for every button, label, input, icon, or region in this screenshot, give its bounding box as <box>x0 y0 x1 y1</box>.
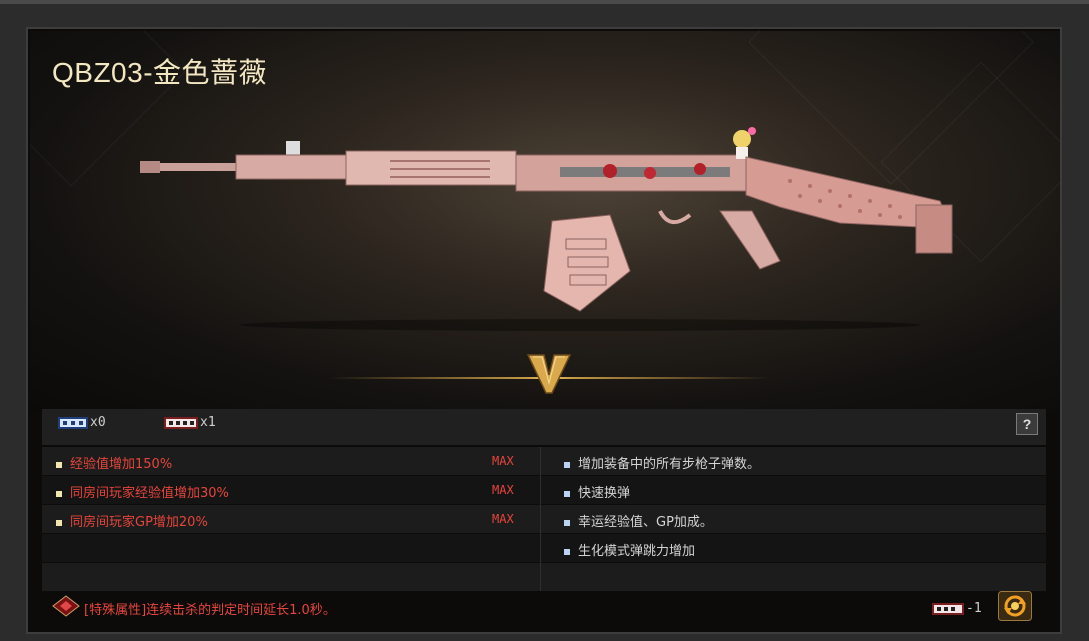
attribute-left: 同房间玩家GP增加20% <box>56 511 208 530</box>
coupon-count: x0 <box>58 415 106 430</box>
weapon-title: QBZ03-金色蔷薇 <box>52 57 268 88</box>
attribute-row: 同房间玩家GP增加20% MAX 幸运经验值、GP加成。 <box>42 505 1046 533</box>
weapon-image <box>140 127 953 331</box>
max-label: MAX <box>492 454 514 468</box>
attribute-text: 同房间玩家经验值增加30% <box>70 486 229 501</box>
coupon-count-text: x0 <box>90 415 106 430</box>
coupon-count-text: x1 <box>200 415 216 430</box>
cost-text: -1 <box>966 601 982 616</box>
rank-v-icon <box>526 354 572 394</box>
top-bar <box>0 0 1089 4</box>
attribute-text: 同房间玩家GP增加20% <box>70 515 208 530</box>
red-coupon-icon <box>164 416 198 429</box>
weapon-detail-panel: QBZ03-金色蔷薇 x0 x1 ? 经验值增加150% MAX 增加装备中的所… <box>26 27 1062 634</box>
attribute-right: 快速换弹 <box>564 482 630 501</box>
footer-bar: [特殊属性]连续击杀的判定时间延长1.0秒。 -1 <box>28 583 1060 633</box>
help-button[interactable]: ? <box>1016 413 1038 435</box>
max-label: MAX <box>492 483 514 497</box>
attributes-panel: x0 x1 ? 经验值增加150% MAX 增加装备中的所有步枪子弹数。 同房间… <box>42 409 1046 609</box>
coupon-count: x1 <box>164 415 216 430</box>
attribute-row: 生化模式弹跳力增加 <box>42 534 1046 562</box>
red-coupon-icon <box>932 603 964 615</box>
attribute-right: 增加装备中的所有步枪子弹数。 <box>564 453 760 472</box>
column-divider <box>540 447 541 591</box>
attribute-text: 幸运经验值、GP加成。 <box>578 515 713 530</box>
attribute-right: 生化模式弹跳力增加 <box>564 540 695 559</box>
attribute-row: 同房间玩家经验值增加30% MAX 快速换弹 <box>42 476 1046 504</box>
attribute-text: 生化模式弹跳力增加 <box>578 544 696 559</box>
bullet-icon <box>56 490 62 497</box>
bullet-icon <box>564 519 570 526</box>
attribute-row: 经验值增加150% MAX 增加装备中的所有步枪子弹数。 <box>42 447 1046 475</box>
attribute-left: 经验值增加150% <box>56 453 172 472</box>
attribute-text: 经验值增加150% <box>70 457 173 472</box>
bullet-icon <box>56 519 62 526</box>
blue-coupon-icon <box>58 416 88 429</box>
coupon-counts: x0 x1 ? <box>42 409 1046 445</box>
special-attribute-icon <box>52 595 80 617</box>
max-label: MAX <box>492 512 514 526</box>
bullet-icon <box>56 461 62 468</box>
bullet-icon <box>564 548 570 555</box>
attribute-left: 同房间玩家经验值增加30% <box>56 482 229 501</box>
attribute-text: 快速换弹 <box>578 486 631 501</box>
bullet-icon <box>564 461 570 468</box>
attribute-right: 幸运经验值、GP加成。 <box>564 511 713 530</box>
refresh-button[interactable] <box>998 591 1032 621</box>
special-attribute-text: [特殊属性]连续击杀的判定时间延长1.0秒。 <box>84 603 336 618</box>
attribute-text: 增加装备中的所有步枪子弹数。 <box>578 457 761 472</box>
weapon-showcase: QBZ03-金色蔷薇 <box>30 31 1060 411</box>
bullet-icon <box>564 490 570 497</box>
